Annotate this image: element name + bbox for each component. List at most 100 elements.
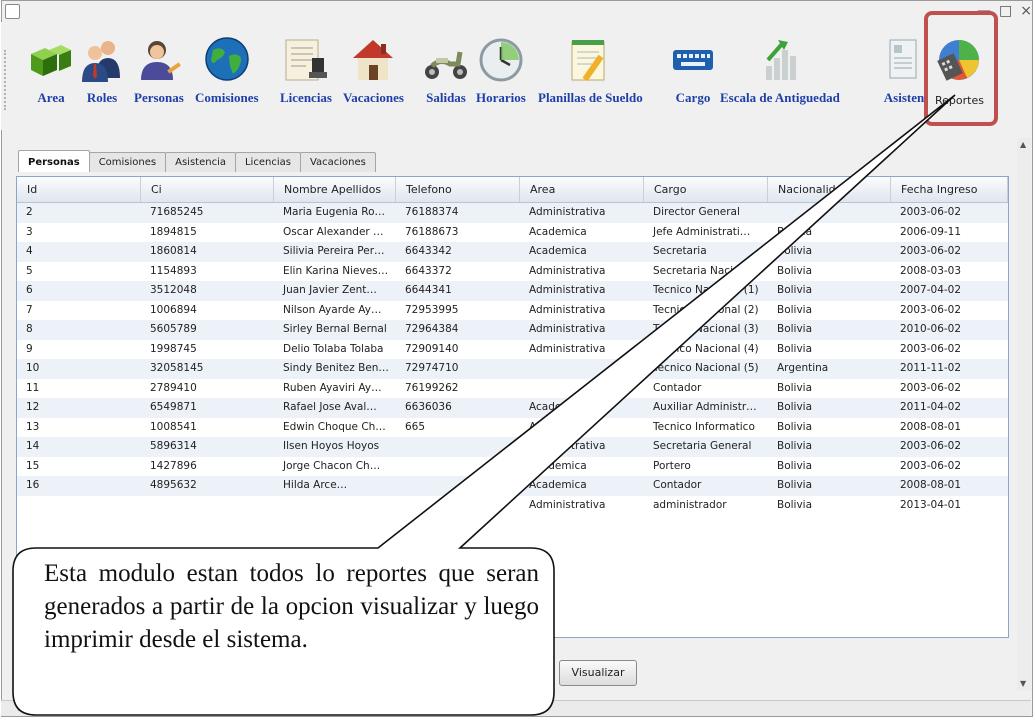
table-cell: Ruben Ayaviri Ay… xyxy=(283,381,382,394)
table-cell: 5605789 xyxy=(150,323,197,335)
table-cell: Tecnico Nacional (3) xyxy=(653,323,759,335)
toolbar-item-asistencia[interactable]: Asisten xyxy=(880,36,928,106)
column-header[interactable]: Nombre Apellidos xyxy=(274,177,396,202)
column-header[interactable]: Telefono xyxy=(396,177,520,202)
table-row[interactable]: 14 5896314 Ilsen Hoyos Hoyos Administrativa… xyxy=(17,437,1008,457)
table-cell: Edwin Choque Ch… xyxy=(283,420,386,433)
toolbar-item-area[interactable]: Area xyxy=(27,36,75,106)
table-cell: Oscar Alexander … xyxy=(283,225,384,238)
table-row[interactable]: 15 1427896 Jorge Chacon Ch… Academica Porter… xyxy=(17,457,1008,477)
table-row[interactable]: 16 4895632 Hilda Arce… Academica Contador Bol… xyxy=(17,476,1008,496)
clock-icon xyxy=(477,36,525,84)
toolbar-item-cargo[interactable]: Cargo xyxy=(669,36,717,106)
table-cell: administrador xyxy=(653,498,727,511)
table-cell: Academica xyxy=(529,245,587,257)
table-row[interactable]: 5 1154893 Elin Karina Nieves… 6643372 Admini… xyxy=(17,262,1008,282)
table-cell: Administrativa xyxy=(529,498,606,511)
toolbar-item-salidas[interactable]: Salidas xyxy=(422,36,470,106)
toolbar-item-vacaciones[interactable]: Vacaciones xyxy=(343,36,404,106)
column-header[interactable]: Fecha Ingreso xyxy=(891,177,1008,202)
table-cell: Administrativa xyxy=(529,303,606,316)
tab-licencias[interactable]: Licencias xyxy=(234,152,301,172)
toolbar-item-escala[interactable]: Escala de Antiguedad xyxy=(720,36,840,106)
table-cell: 2003-06-02 xyxy=(900,206,962,218)
table-row[interactable]: 9 1998745 Delio Tolaba Tolaba 72909140 Admin… xyxy=(17,340,1008,360)
table-cell: Bolivia xyxy=(777,459,813,472)
toolbar-grip[interactable] xyxy=(4,50,8,110)
close-icon[interactable]: × xyxy=(1020,3,1032,19)
toolbar-item-planillas[interactable]: Planillas de Sueldo xyxy=(538,36,643,106)
table-cell: 2 xyxy=(26,206,33,218)
column-header[interactable]: Cargo xyxy=(644,177,768,202)
table-cell: Jorge Chacon Ch… xyxy=(283,459,381,472)
table-cell: Academica xyxy=(529,401,587,413)
table-cell: 11 xyxy=(26,381,40,394)
roles-users-icon xyxy=(78,36,126,84)
table-row[interactable]: Administrativa administrador Bolivia 2013-0… xyxy=(17,496,1008,516)
table-cell: Tecnico Nacional (2) xyxy=(653,303,759,316)
table-cell: Administrativa xyxy=(529,323,606,335)
table-cell xyxy=(17,496,141,516)
table-cell: Argentina xyxy=(777,362,829,374)
table-cell: 16 xyxy=(26,479,40,491)
table-row[interactable]: 8 5605789 Sirley Bernal Bernal 72964384 Admi… xyxy=(17,320,1008,340)
table-row[interactable]: 13 1008541 Edwin Choque Ch… 665 Academica Tec… xyxy=(17,418,1008,438)
tab-strip: Personas Comisiones Asistencia Licencias… xyxy=(18,150,376,172)
table-row[interactable]: 10 32058145 Sindy Benitez Ben… 72974710 Tecn… xyxy=(17,359,1008,379)
column-header[interactable]: Ci xyxy=(141,177,274,202)
toolbar-label: Horarios xyxy=(476,90,526,105)
document-stamp-icon xyxy=(282,36,330,84)
table-cell: 3 xyxy=(26,225,33,238)
table-cell: Bolivia xyxy=(777,225,813,238)
window-system-menu-icon[interactable] xyxy=(5,4,20,19)
table-header: Id Ci Nombre Apellidos Telefono Area Car… xyxy=(17,177,1008,203)
table-row[interactable]: 7 1006894 Nilson Ayarde Ay… 72953995 Adminis… xyxy=(17,301,1008,321)
table-row[interactable]: 4 1860814 Silivia Pereira Per… 6643342 Acade… xyxy=(17,242,1008,262)
table-cell: 2003-06-02 xyxy=(900,440,962,452)
status-bar: Usua xyxy=(1,700,1031,716)
table-cell xyxy=(274,496,396,516)
tab-comisiones[interactable]: Comisiones xyxy=(88,152,167,172)
column-header[interactable]: Id xyxy=(17,177,141,202)
personas-user-icon xyxy=(135,36,183,84)
scroll-up-icon[interactable]: ▲ xyxy=(1020,140,1026,149)
table-row[interactable]: 11 2789410 Ruben Ayaviri Ay… 76199262 Contad… xyxy=(17,379,1008,399)
toolbar-item-comisiones[interactable]: Comisiones xyxy=(195,36,259,106)
vertical-scrollbar[interactable]: ▲ ▼ xyxy=(1017,138,1031,690)
tab-vacaciones[interactable]: Vacaciones xyxy=(299,152,376,172)
tab-personas[interactable]: Personas xyxy=(18,150,90,172)
table-cell xyxy=(396,437,520,457)
table-cell: 71685245 xyxy=(150,206,204,218)
globe-icon xyxy=(203,36,251,84)
table-cell: Tecnico Nacional (1) xyxy=(653,284,759,296)
column-header[interactable]: Area xyxy=(520,177,644,202)
table-cell xyxy=(768,203,891,223)
table-cell: Bolivia xyxy=(777,401,813,413)
table-cell: 76188374 xyxy=(405,206,459,218)
toolbar-item-horarios[interactable]: Horarios xyxy=(476,36,526,106)
table-cell: Academica xyxy=(529,479,587,491)
table-cell: Director General xyxy=(653,206,740,218)
table-cell: Administrativa xyxy=(529,264,606,277)
table-row[interactable]: 6 3512048 Juan Javier Zent… 6644341 Administ… xyxy=(17,281,1008,301)
table-cell: 3512048 xyxy=(150,284,197,296)
table-cell: Administrativa xyxy=(529,284,606,296)
table-cell: 2003-06-02 xyxy=(900,303,962,316)
table-cell: 72909140 xyxy=(405,342,459,355)
column-header[interactable]: Nacionalidad xyxy=(768,177,891,202)
table-row[interactable]: 2 71685245 Maria Eugenia Ro… 76188374 Admini… xyxy=(17,203,1008,223)
table-cell: 6643372 xyxy=(405,264,452,277)
tab-asistencia[interactable]: Asistencia xyxy=(165,152,236,172)
table-cell: 2003-06-02 xyxy=(900,342,962,355)
visualizar-button[interactable]: Visualizar xyxy=(559,660,637,686)
callout-text: Esta modulo estan todos lo reportes que … xyxy=(44,560,539,653)
toolbar-item-personas[interactable]: Personas xyxy=(134,36,184,106)
scroll-down-icon[interactable]: ▼ xyxy=(1020,679,1026,688)
table-row[interactable]: 3 1894815 Oscar Alexander … 76188673 Academi… xyxy=(17,223,1008,243)
table-row[interactable]: 12 6549871 Rafael Jose Aval… 6636036 Academi… xyxy=(17,398,1008,418)
toolbar-item-licencias[interactable]: Licencias xyxy=(280,36,332,106)
table-cell: 1860814 xyxy=(150,245,197,257)
table-cell: 4 xyxy=(26,245,33,257)
maximize-icon[interactable]: □ xyxy=(999,3,1012,19)
toolbar-item-roles[interactable]: Roles xyxy=(78,36,126,106)
